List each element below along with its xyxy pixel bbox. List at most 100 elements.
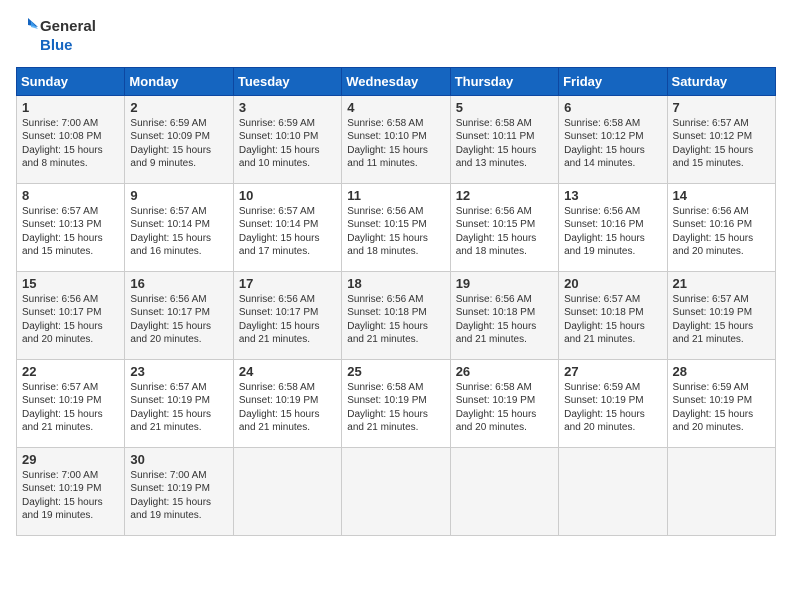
calendar-cell: 30Sunrise: 7:00 AMSunset: 10:19 PMDaylig…: [125, 447, 233, 535]
day-info: Sunrise: 6:58 AMSunset: 10:10 PMDaylight…: [347, 117, 444, 171]
day-number: 3: [239, 100, 336, 115]
day-number: 29: [22, 452, 119, 467]
weekday-header-wednesday: Wednesday: [342, 67, 450, 95]
calendar-cell: 17 Sunrise: 6:56 AMSunset: 10:17 PMDaylig…: [233, 271, 341, 359]
day-number: 28: [673, 364, 770, 379]
logo-text-blue: Blue: [40, 38, 96, 55]
calendar-cell: 22 Sunrise: 6:57 AMSunset: 10:19 PMDaylig…: [17, 359, 125, 447]
logo-bird-icon: [16, 16, 38, 38]
calendar-cell: 4 Sunrise: 6:58 AMSunset: 10:10 PMDayligh…: [342, 95, 450, 183]
logo-text-general: General: [40, 19, 96, 36]
calendar-cell: 24 Sunrise: 6:58 AMSunset: 10:19 PMDaylig…: [233, 359, 341, 447]
weekday-header-saturday: Saturday: [667, 67, 775, 95]
day-info: Sunrise: 6:57 AMSunset: 10:19 PMDaylight…: [22, 381, 119, 435]
day-info: Sunrise: 7:00 AMSunset: 10:19 PMDaylight…: [22, 469, 119, 523]
calendar-cell: 7 Sunrise: 6:57 AMSunset: 10:12 PMDayligh…: [667, 95, 775, 183]
day-number: 6: [564, 100, 661, 115]
day-info: Sunrise: 6:57 AMSunset: 10:19 PMDaylight…: [130, 381, 227, 435]
day-info: Sunrise: 6:57 AMSunset: 10:14 PMDaylight…: [239, 205, 336, 259]
day-number: 4: [347, 100, 444, 115]
calendar-cell: 12 Sunrise: 6:56 AMSunset: 10:15 PMDaylig…: [450, 183, 558, 271]
calendar-cell: 5 Sunrise: 6:58 AMSunset: 10:11 PMDayligh…: [450, 95, 558, 183]
calendar-cell: [667, 447, 775, 535]
calendar-cell: 1 Sunrise: 7:00 AMSunset: 10:08 PMDayligh…: [17, 95, 125, 183]
calendar-cell: 21Sunrise: 6:57 AMSunset: 10:19 PMDaylig…: [667, 271, 775, 359]
weekday-header-friday: Friday: [559, 67, 667, 95]
calendar-cell: 13 Sunrise: 6:56 AMSunset: 10:16 PMDaylig…: [559, 183, 667, 271]
weekday-header-sunday: Sunday: [17, 67, 125, 95]
day-info: Sunrise: 6:59 AMSunset: 10:19 PMDaylight…: [673, 381, 770, 435]
day-info: Sunrise: 6:56 AMSunset: 10:16 PMDaylight…: [564, 205, 661, 259]
day-info: Sunrise: 6:56 AMSunset: 10:15 PMDaylight…: [456, 205, 553, 259]
calendar-cell: 23Sunrise: 6:57 AMSunset: 10:19 PMDaylig…: [125, 359, 233, 447]
day-number: 21: [673, 276, 770, 291]
day-info: Sunrise: 6:56 AMSunset: 10:16 PMDaylight…: [673, 205, 770, 259]
calendar-cell: 15 Sunrise: 6:56 AMSunset: 10:17 PMDaylig…: [17, 271, 125, 359]
weekday-header-tuesday: Tuesday: [233, 67, 341, 95]
calendar-cell: 28 Sunrise: 6:59 AMSunset: 10:19 PMDaylig…: [667, 359, 775, 447]
day-info: Sunrise: 7:00 AMSunset: 10:19 PMDaylight…: [130, 469, 227, 523]
day-number: 2: [130, 100, 227, 115]
weekday-header-thursday: Thursday: [450, 67, 558, 95]
calendar-cell: 20 Sunrise: 6:57 AMSunset: 10:18 PMDaylig…: [559, 271, 667, 359]
calendar-cell: [559, 447, 667, 535]
day-info: Sunrise: 6:57 AMSunset: 10:14 PMDaylight…: [130, 205, 227, 259]
day-number: 10: [239, 188, 336, 203]
day-number: 17: [239, 276, 336, 291]
day-info: Sunrise: 6:59 AMSunset: 10:10 PMDaylight…: [239, 117, 336, 171]
calendar-cell: 8 Sunrise: 6:57 AMSunset: 10:13 PMDayligh…: [17, 183, 125, 271]
day-info: Sunrise: 6:58 AMSunset: 10:19 PMDaylight…: [239, 381, 336, 435]
calendar-header: SundayMondayTuesdayWednesdayThursdayFrid…: [17, 67, 776, 95]
day-info: Sunrise: 6:56 AMSunset: 10:17 PMDaylight…: [130, 293, 227, 347]
calendar-cell: [450, 447, 558, 535]
day-number: 5: [456, 100, 553, 115]
day-info: Sunrise: 7:00 AMSunset: 10:08 PMDaylight…: [22, 117, 119, 171]
day-number: 20: [564, 276, 661, 291]
calendar-cell: 29 Sunrise: 7:00 AMSunset: 10:19 PMDaylig…: [17, 447, 125, 535]
day-info: Sunrise: 6:58 AMSunset: 10:11 PMDaylight…: [456, 117, 553, 171]
day-number: 19: [456, 276, 553, 291]
page-header: General Blue: [16, 16, 776, 55]
day-number: 18: [347, 276, 444, 291]
logo-container: General Blue: [16, 16, 96, 55]
calendar-cell: 26Sunrise: 6:58 AMSunset: 10:19 PMDaylig…: [450, 359, 558, 447]
calendar-cell: [233, 447, 341, 535]
day-info: Sunrise: 6:57 AMSunset: 10:12 PMDaylight…: [673, 117, 770, 171]
calendar-cell: [342, 447, 450, 535]
day-number: 24: [239, 364, 336, 379]
day-info: Sunrise: 6:57 AMSunset: 10:13 PMDaylight…: [22, 205, 119, 259]
calendar-cell: 14 Sunrise: 6:56 AMSunset: 10:16 PMDaylig…: [667, 183, 775, 271]
day-number: 15: [22, 276, 119, 291]
day-info: Sunrise: 6:56 AMSunset: 10:17 PMDaylight…: [22, 293, 119, 347]
calendar-cell: 6Sunrise: 6:58 AMSunset: 10:12 PMDayligh…: [559, 95, 667, 183]
calendar-cell: 11 Sunrise: 6:56 AMSunset: 10:15 PMDaylig…: [342, 183, 450, 271]
weekday-header-monday: Monday: [125, 67, 233, 95]
day-number: 12: [456, 188, 553, 203]
day-number: 14: [673, 188, 770, 203]
calendar-table: SundayMondayTuesdayWednesdayThursdayFrid…: [16, 67, 776, 536]
day-info: Sunrise: 6:58 AMSunset: 10:19 PMDaylight…: [347, 381, 444, 435]
day-number: 9: [130, 188, 227, 203]
day-info: Sunrise: 6:59 AMSunset: 10:19 PMDaylight…: [564, 381, 661, 435]
calendar-body: 1 Sunrise: 7:00 AMSunset: 10:08 PMDayligh…: [17, 95, 776, 535]
day-info: Sunrise: 6:59 AMSunset: 10:09 PMDaylight…: [130, 117, 227, 171]
day-number: 13: [564, 188, 661, 203]
calendar-cell: 27 Sunrise: 6:59 AMSunset: 10:19 PMDaylig…: [559, 359, 667, 447]
day-info: Sunrise: 6:56 AMSunset: 10:17 PMDaylight…: [239, 293, 336, 347]
day-number: 7: [673, 100, 770, 115]
calendar-cell: 18Sunrise: 6:56 AMSunset: 10:18 PMDaylig…: [342, 271, 450, 359]
day-number: 8: [22, 188, 119, 203]
day-number: 27: [564, 364, 661, 379]
day-number: 26: [456, 364, 553, 379]
day-info: Sunrise: 6:56 AMSunset: 10:15 PMDaylight…: [347, 205, 444, 259]
calendar-cell: 19Sunrise: 6:56 AMSunset: 10:18 PMDaylig…: [450, 271, 558, 359]
calendar-cell: 16 Sunrise: 6:56 AMSunset: 10:17 PMDaylig…: [125, 271, 233, 359]
day-info: Sunrise: 6:57 AMSunset: 10:18 PMDaylight…: [564, 293, 661, 347]
day-number: 22: [22, 364, 119, 379]
day-number: 1: [22, 100, 119, 115]
logo: General Blue: [16, 16, 96, 55]
calendar-cell: 3 Sunrise: 6:59 AMSunset: 10:10 PMDayligh…: [233, 95, 341, 183]
calendar-cell: 10 Sunrise: 6:57 AMSunset: 10:14 PMDaylig…: [233, 183, 341, 271]
day-number: 11: [347, 188, 444, 203]
day-number: 16: [130, 276, 227, 291]
